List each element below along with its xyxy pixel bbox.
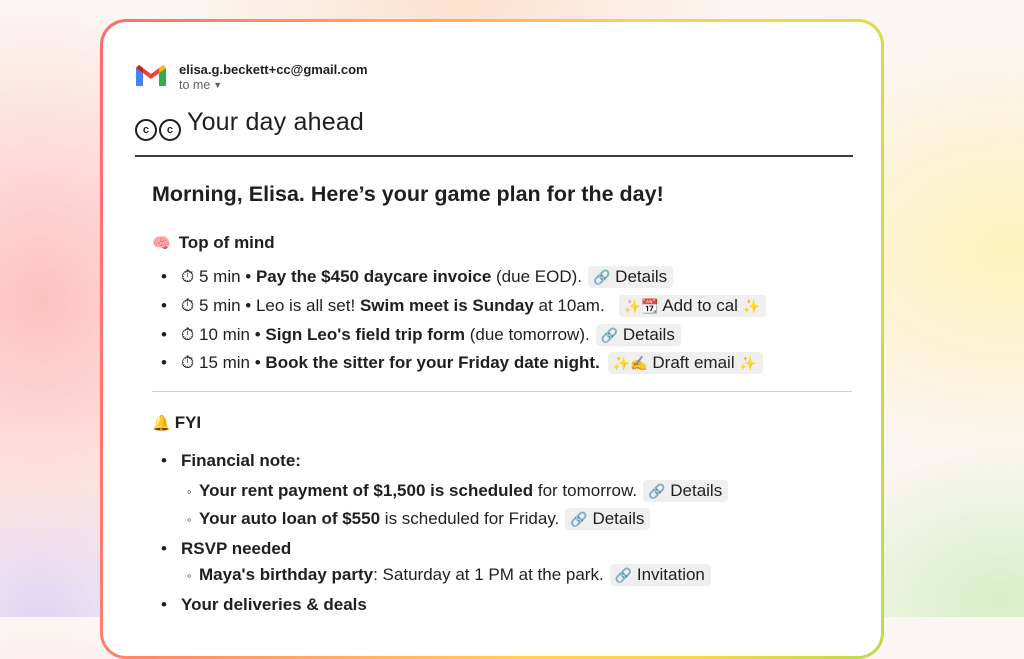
list-item: ◦ Your auto loan of $550 is scheduled for… [187, 508, 651, 530]
bullet-icon: • [161, 353, 167, 372]
bullet-icon: • [161, 267, 167, 286]
link-icon: 🔗 [600, 327, 619, 343]
financial-note-label: Financial note: [181, 451, 301, 470]
task-note: at 10am. [538, 296, 605, 315]
fyi-heading: 🔔 FYI [152, 413, 201, 433]
link-icon: 🔗 [593, 269, 611, 285]
list-item: • RSVP needed [161, 539, 291, 559]
bullet-icon: • [161, 296, 167, 315]
chip-label: Details [615, 267, 668, 286]
loan-note: is scheduled for Friday. [384, 509, 560, 528]
list-item: • ⏱ 5 min • Leo is all set! Swim meet is … [161, 295, 767, 317]
draft-email-chip[interactable]: ✨✍️ Draft email ✨ [607, 352, 763, 374]
details-chip[interactable]: 🔗 Details [588, 266, 674, 288]
time-estimate: ⏱ 5 min • [181, 267, 252, 286]
cc-glyph-1: c [135, 119, 157, 141]
recipient-dropdown[interactable]: to me ▼ [179, 78, 222, 92]
chip-label: Details [670, 481, 723, 500]
chip-label: Add to cal [662, 296, 738, 315]
rent-note: for tomorrow. [537, 481, 638, 500]
list-item: • ⏱ 5 min • Pay the $450 daycare invoice … [161, 266, 674, 288]
section-divider [152, 391, 852, 392]
chip-label: Details [622, 325, 675, 344]
sparkle-icon: ✨ [739, 355, 757, 371]
email-subject: cc Your day ahead [135, 108, 364, 141]
fyi-title: FYI [174, 413, 202, 432]
link-icon: 🔗 [648, 483, 666, 499]
sender-address[interactable]: elisa.g.beckett+cc@gmail.com [179, 62, 368, 77]
header-divider [135, 155, 853, 157]
party-title: Maya's birthday party [199, 565, 374, 584]
link-icon: 🔗 [614, 567, 633, 583]
details-chip[interactable]: 🔗 Details [595, 324, 681, 346]
bullet-icon: • [161, 325, 167, 344]
time-estimate: ⏱ 15 min • [181, 353, 261, 372]
task-note: (due tomorrow). [469, 325, 590, 344]
add-to-calendar-chip[interactable]: ✨📆 Add to cal ✨ [618, 295, 767, 317]
brain-icon: 🧠 [152, 235, 171, 252]
email-card: elisa.g.beckett+cc@gmail.com to me ▼ cc Y… [103, 22, 881, 656]
loan-title: Your auto loan of $550 [199, 509, 381, 528]
sparkle-icon: ✨ [742, 298, 761, 314]
bullet-icon: • [161, 595, 167, 614]
bell-icon: 🔔 [152, 415, 171, 432]
task-title: Swim meet is Sunday [359, 296, 534, 315]
sub-bullet-icon: ◦ [187, 512, 192, 527]
list-item: • ⏱ 10 min • Sign Leo's field trip form (… [161, 324, 681, 346]
list-item: • Financial note: [161, 451, 301, 471]
sparkle-calendar-icon: ✨📆 [623, 298, 659, 314]
task-title: Sign Leo's field trip form [265, 325, 465, 344]
top-of-mind-title: Top of mind [178, 233, 275, 252]
list-item: ◦ Your rent payment of $1,500 is schedule… [187, 480, 729, 502]
cc-glyph-2: c [159, 119, 181, 141]
rsvp-label: RSVP needed [181, 539, 292, 558]
task-title: Pay the $450 daycare invoice [255, 267, 492, 286]
email-card-border: elisa.g.beckett+cc@gmail.com to me ▼ cc Y… [100, 19, 884, 659]
greeting-heading: Morning, Elisa. Here’s your game plan fo… [152, 182, 664, 206]
link-icon: 🔗 [570, 511, 588, 527]
task-prefix: Leo is all set! [255, 296, 356, 315]
task-title: Book the sitter for your Friday date nig… [265, 353, 600, 372]
bullet-icon: • [161, 451, 167, 470]
party-note: : Saturday at 1 PM at the park. [373, 565, 604, 584]
chip-label: Details [592, 509, 645, 528]
gmail-logo-icon [136, 65, 166, 86]
caret-down-icon: ▼ [213, 80, 223, 90]
cc-logo-icon: cc [135, 119, 181, 141]
subject-text: Your day ahead [187, 108, 365, 136]
sparkle-writing-icon: ✨✍️ [612, 355, 648, 371]
sub-bullet-icon: ◦ [187, 568, 192, 583]
top-of-mind-heading: 🧠 Top of mind [152, 233, 275, 253]
task-note: (due EOD). [496, 267, 582, 286]
time-estimate: ⏱ 5 min • [181, 296, 252, 315]
chip-label: Draft email [652, 353, 735, 372]
list-item: ◦ Maya's birthday party: Saturday at 1 PM… [187, 564, 711, 586]
chip-label: Invitation [636, 565, 705, 584]
details-chip[interactable]: 🔗 Details [565, 508, 651, 530]
deliveries-label: Your deliveries & deals [181, 595, 367, 614]
details-chip[interactable]: 🔗 Details [643, 480, 729, 502]
rent-title: Your rent payment of $1,500 is scheduled [199, 481, 534, 500]
time-estimate: ⏱ 10 min • [181, 325, 261, 344]
invitation-chip[interactable]: 🔗 Invitation [609, 564, 711, 586]
bullet-icon: • [161, 539, 167, 558]
list-item: • Your deliveries & deals [161, 595, 367, 615]
recipient-label: to me [179, 78, 211, 92]
list-item: • ⏱ 15 min • Book the sitter for your Fri… [161, 352, 763, 374]
sub-bullet-icon: ◦ [187, 484, 192, 499]
